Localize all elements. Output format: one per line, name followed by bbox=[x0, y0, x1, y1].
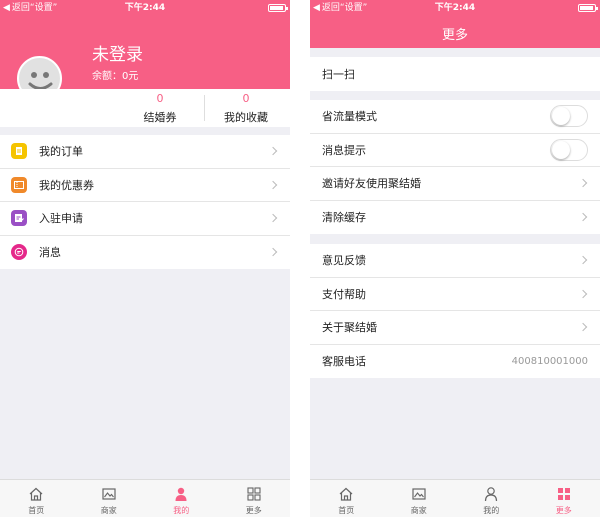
menu-label: 我的订单 bbox=[39, 145, 83, 159]
setting-feedback[interactable]: 意见反馈 bbox=[310, 244, 600, 278]
coupon-icon bbox=[11, 176, 27, 193]
status-bar: ◀ 返回“设置” 下午2:44 bbox=[310, 0, 600, 16]
stat-label: 结婚券 bbox=[143, 111, 177, 124]
page-title: 更多 bbox=[441, 28, 468, 43]
profile-menu: 我的订单 我的优惠券 入驻申请 消息 bbox=[0, 135, 290, 269]
battery-icon bbox=[268, 4, 288, 12]
chevron-right-icon bbox=[578, 179, 588, 188]
profile-icon bbox=[175, 487, 187, 501]
tab-merchant[interactable]: 商家 bbox=[73, 480, 146, 517]
stat-label: 我的收藏 bbox=[224, 111, 268, 124]
more-screen: 更多 ◀ 返回“设置” 下午2:44 扫一扫 省流量模式 消息提示 邀请好友使用… bbox=[310, 0, 600, 517]
tab-profile[interactable]: 我的 bbox=[455, 480, 528, 517]
battery-icon bbox=[578, 4, 598, 12]
app-comparison: ◀ 返回“设置” 下午2:44 未登录 余额：0元 0 结婚券 0 我的收藏 我… bbox=[0, 0, 600, 517]
settings-group-preferences: 省流量模式 消息提示 邀请好友使用聚结婚 清除缓存 bbox=[310, 100, 600, 234]
setting-label: 省流量模式 bbox=[322, 110, 377, 124]
tab-label: 首页 bbox=[338, 506, 355, 515]
setting-label: 客服电话 bbox=[322, 355, 366, 369]
stat-coupons[interactable]: 0 结婚券 bbox=[130, 89, 190, 127]
menu-item-coupons[interactable]: 我的优惠券 bbox=[0, 169, 290, 202]
stat-divider bbox=[204, 95, 205, 121]
setting-invite-friends[interactable]: 邀请好友使用聚结婚 bbox=[310, 167, 600, 201]
menu-item-orders[interactable]: 我的订单 bbox=[0, 135, 290, 169]
customer-service-phone: 400810001000 bbox=[511, 355, 588, 367]
setting-label: 关于聚结婚 bbox=[322, 321, 377, 335]
more-grid-icon bbox=[247, 487, 261, 501]
setting-clear-cache[interactable]: 清除缓存 bbox=[310, 201, 600, 235]
setting-payment-help[interactable]: 支付帮助 bbox=[310, 278, 600, 311]
stats-strip: 0 结婚券 0 我的收藏 bbox=[0, 89, 290, 127]
chevron-right-icon bbox=[268, 147, 278, 156]
chevron-right-icon bbox=[578, 256, 588, 265]
order-icon bbox=[11, 143, 27, 160]
tab-more[interactable]: 更多 bbox=[218, 480, 291, 517]
profile-icon bbox=[485, 487, 498, 502]
stat-favorites[interactable]: 0 我的收藏 bbox=[216, 89, 276, 127]
tab-label: 更多 bbox=[555, 506, 572, 515]
stat-count: 0 bbox=[242, 92, 250, 105]
tab-profile[interactable]: 我的 bbox=[145, 480, 218, 517]
stat-count: 0 bbox=[156, 92, 164, 105]
menu-item-application[interactable]: 入驻申请 bbox=[0, 202, 290, 236]
setting-label: 支付帮助 bbox=[322, 287, 366, 301]
message-icon bbox=[11, 244, 27, 261]
menu-label: 入驻申请 bbox=[39, 212, 83, 226]
tab-label: 更多 bbox=[245, 506, 262, 515]
application-icon bbox=[11, 210, 27, 227]
settings-group-scan: 扫一扫 bbox=[310, 57, 600, 91]
tab-more[interactable]: 更多 bbox=[528, 480, 600, 517]
setting-label: 清除缓存 bbox=[322, 211, 366, 225]
setting-customer-service[interactable]: 客服电话 400810001000 bbox=[310, 345, 600, 379]
tab-home[interactable]: 首页 bbox=[0, 480, 73, 517]
more-grid-icon bbox=[557, 488, 570, 500]
status-bar: ◀ 返回“设置” 下午2:44 bbox=[0, 0, 290, 16]
notification-toggle[interactable] bbox=[550, 138, 588, 161]
menu-label: 我的优惠券 bbox=[39, 178, 94, 192]
chevron-right-icon bbox=[268, 180, 278, 189]
chevron-right-icon bbox=[578, 323, 588, 332]
setting-label: 消息提示 bbox=[322, 143, 366, 157]
tab-label: 商家 bbox=[100, 506, 117, 515]
setting-label: 扫一扫 bbox=[322, 67, 355, 81]
tab-home[interactable]: 首页 bbox=[310, 480, 383, 517]
setting-label: 邀请好友使用聚结婚 bbox=[322, 177, 421, 191]
merchant-icon bbox=[412, 488, 426, 500]
tab-bar: 首页 商家 我的 更多 bbox=[310, 479, 600, 517]
home-icon bbox=[339, 487, 353, 501]
merchant-icon bbox=[102, 488, 116, 500]
status-time: 下午2:44 bbox=[124, 3, 166, 13]
settings-group-support: 意见反馈 支付帮助 关于聚结婚 客服电话 400810001000 bbox=[310, 244, 600, 378]
chevron-right-icon bbox=[578, 289, 588, 298]
tab-label: 我的 bbox=[483, 506, 500, 515]
data-saver-toggle[interactable] bbox=[550, 105, 588, 128]
tab-merchant[interactable]: 商家 bbox=[383, 480, 456, 517]
chevron-right-icon bbox=[268, 214, 278, 223]
profile-screen: ◀ 返回“设置” 下午2:44 未登录 余额：0元 0 结婚券 0 我的收藏 我… bbox=[0, 0, 290, 517]
chevron-right-icon bbox=[268, 248, 278, 257]
tab-label: 商家 bbox=[410, 506, 427, 515]
menu-item-messages[interactable]: 消息 bbox=[0, 236, 290, 270]
tab-label: 我的 bbox=[173, 506, 190, 515]
user-name[interactable]: 未登录 bbox=[92, 40, 143, 65]
setting-label: 意见反馈 bbox=[322, 254, 366, 268]
setting-about[interactable]: 关于聚结婚 bbox=[310, 311, 600, 345]
status-time: 下午2:44 bbox=[434, 3, 476, 13]
setting-notifications: 消息提示 bbox=[310, 134, 600, 167]
user-balance: 余额：0元 bbox=[92, 71, 139, 82]
home-icon bbox=[29, 487, 43, 501]
setting-scan[interactable]: 扫一扫 bbox=[310, 57, 600, 91]
chevron-right-icon bbox=[578, 213, 588, 222]
tab-bar: 首页 商家 我的 更多 bbox=[0, 479, 290, 517]
menu-label: 消息 bbox=[39, 246, 61, 260]
setting-data-saver: 省流量模式 bbox=[310, 100, 600, 134]
tab-label: 首页 bbox=[28, 506, 45, 515]
